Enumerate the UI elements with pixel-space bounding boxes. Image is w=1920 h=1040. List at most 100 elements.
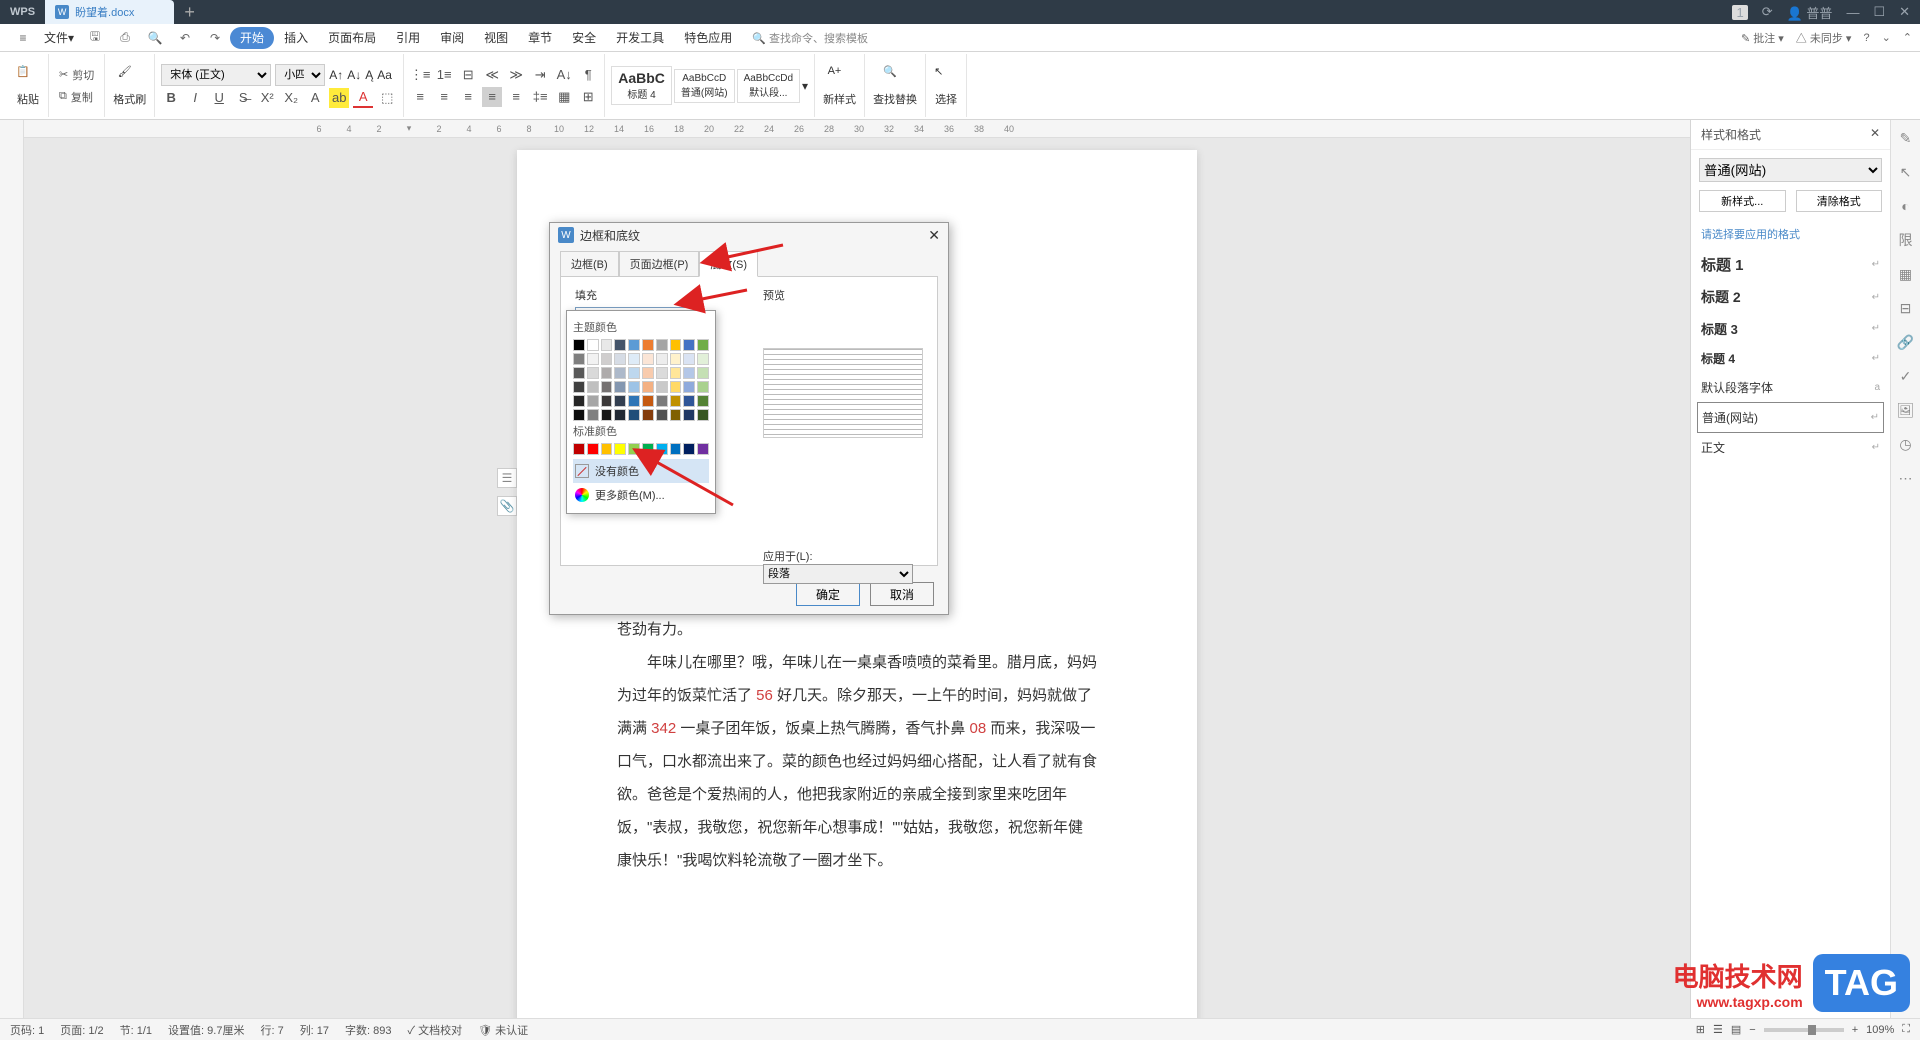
decrease-indent-icon[interactable]: ≪ (482, 65, 502, 85)
color-swatch[interactable] (628, 339, 640, 351)
italic-button[interactable]: I (185, 88, 205, 108)
tool-image-icon[interactable]: 🖼 (1896, 400, 1916, 420)
tab-reference[interactable]: 引用 (386, 24, 430, 52)
style-item-normal-web[interactable]: 普通(网站)↵ (1697, 402, 1884, 433)
find-replace-button[interactable]: 🔍 查找替换 (865, 54, 926, 117)
distribute-icon[interactable]: ≡ (506, 87, 526, 107)
color-swatch[interactable] (683, 339, 695, 351)
status-page[interactable]: 页码: 1 (10, 1022, 44, 1038)
number-list-icon[interactable]: 1≡ (434, 65, 454, 85)
settings-icon[interactable]: ⌄ (1882, 31, 1891, 44)
line-spacing-icon[interactable]: ‡≡ (530, 87, 550, 107)
multilevel-icon[interactable]: ⊟ (458, 65, 478, 85)
status-words[interactable]: 字数: 893 (345, 1022, 391, 1038)
style-item-h2[interactable]: 标题 2↵ (1691, 281, 1890, 313)
sync-icon[interactable]: ⟳ (1762, 4, 1773, 20)
char-border-button[interactable]: ⬚ (377, 88, 397, 108)
status-pages[interactable]: 页面: 1/2 (60, 1022, 103, 1038)
help-icon[interactable]: ? (1863, 32, 1869, 44)
font-color-button[interactable]: A (353, 88, 373, 108)
file-menu[interactable]: 文件 ▾ (38, 29, 80, 46)
tab-start[interactable]: 开始 (230, 27, 274, 49)
shading-icon[interactable]: ▦ (554, 87, 574, 107)
apply-to-select[interactable]: 段落 (763, 564, 913, 584)
tool-grid-icon[interactable]: ▦ (1896, 264, 1916, 284)
menu-icon[interactable]: ≡ (14, 31, 32, 45)
border-icon[interactable]: ⊞ (578, 87, 598, 107)
highlight-button[interactable]: ab (329, 88, 349, 108)
ok-button[interactable]: 确定 (796, 582, 860, 606)
color-swatch[interactable] (670, 339, 682, 351)
user-avatar[interactable]: 👤 普普 (1787, 3, 1833, 22)
decrease-font-icon[interactable]: A↓ (347, 68, 361, 82)
cancel-button[interactable]: 取消 (870, 582, 934, 606)
increase-font-icon[interactable]: A↑ (329, 68, 343, 82)
color-swatch[interactable] (601, 339, 613, 351)
sort-icon[interactable]: A↓ (554, 65, 574, 85)
preview-icon[interactable]: 🔍 (146, 31, 164, 45)
new-tab-button[interactable]: + (174, 2, 205, 23)
tool-check-icon[interactable]: ✓ (1896, 366, 1916, 386)
justify-icon[interactable]: ≡ (482, 87, 502, 107)
tool-sort-icon[interactable]: ⊟ (1896, 298, 1916, 318)
tab-review[interactable]: 审阅 (430, 24, 474, 52)
document-tab[interactable]: W 盼望着.docx (45, 0, 174, 24)
tool-style-icon[interactable]: ✎ (1896, 128, 1916, 148)
tool-clock-icon[interactable]: ◷ (1896, 434, 1916, 454)
bullet-list-icon[interactable]: ⋮≡ (410, 65, 430, 85)
subscript-button[interactable]: X₂ (281, 88, 301, 108)
close-button[interactable]: ✕ (1899, 4, 1910, 20)
tab-icon[interactable]: ⇥ (530, 65, 550, 85)
style-item-h1[interactable]: 标题 1↵ (1691, 248, 1890, 281)
tab-security[interactable]: 安全 (562, 24, 606, 52)
show-marks-icon[interactable]: ¶ (578, 65, 598, 85)
new-style-button[interactable]: A+ 新样式 (815, 54, 865, 117)
status-auth[interactable]: 🛡 未认证 (478, 1022, 528, 1038)
strike-button[interactable]: S̶ (233, 88, 253, 108)
nav-outline-icon[interactable]: ☰ (497, 468, 517, 488)
select-button[interactable]: ↖ 选择 (926, 54, 967, 117)
style-item-default[interactable]: 默认段落字体a (1691, 373, 1890, 402)
tab-insert[interactable]: 插入 (274, 24, 318, 52)
style-item-h4[interactable]: 标题 4↵ (1691, 344, 1890, 373)
superscript-button[interactable]: X² (257, 88, 277, 108)
cut-button[interactable]: ✂ 剪切 (55, 65, 98, 85)
style-item-body[interactable]: 正文↵ (1691, 433, 1890, 462)
max-button[interactable]: ☐ (1873, 4, 1885, 20)
zoom-slider[interactable] (1764, 1028, 1844, 1032)
view-mode-icon[interactable]: ▤ (1731, 1023, 1741, 1036)
tool-select-icon[interactable]: ↖ (1896, 162, 1916, 182)
zoom-value[interactable]: 109% (1866, 1024, 1894, 1036)
align-center-icon[interactable]: ≡ (434, 87, 454, 107)
style-expand-icon[interactable]: ▾ (802, 79, 808, 93)
notif-badge[interactable]: 1 (1732, 5, 1747, 20)
color-swatch[interactable] (697, 339, 709, 351)
tool-shape-icon[interactable]: ◐ (1896, 196, 1916, 216)
sync-status[interactable]: △ 未同步 ▾ (1796, 30, 1852, 46)
increase-indent-icon[interactable]: ≫ (506, 65, 526, 85)
align-left-icon[interactable]: ≡ (410, 87, 430, 107)
tool-more-icon[interactable]: ⋯ (1896, 468, 1916, 488)
tab-view[interactable]: 视图 (474, 24, 518, 52)
redo-icon[interactable]: ↷ (206, 31, 224, 45)
font-size-select[interactable]: 小四 (275, 64, 325, 86)
collapse-icon[interactable]: ⌃ (1903, 31, 1912, 44)
status-spell[interactable]: ✓ 文档校对 (408, 1022, 463, 1038)
fullscreen-icon[interactable]: ⛶ (1902, 1023, 1910, 1036)
underline-button[interactable]: U (209, 88, 229, 108)
color-swatch[interactable] (642, 339, 654, 351)
tab-devtool[interactable]: 开发工具 (606, 24, 674, 52)
current-style-select[interactable]: 普通(网站) (1699, 158, 1882, 182)
view-mode-icon[interactable]: ⊞ (1696, 1023, 1705, 1036)
panel-close-icon[interactable]: ✕ (1870, 126, 1880, 143)
paste-button[interactable]: 📋 粘贴 (8, 54, 49, 117)
copy-button[interactable]: ⧉ 复制 (55, 87, 98, 107)
clear-format-button[interactable]: 清除格式 (1796, 190, 1883, 212)
style-default[interactable]: AaBbCcDd默认段... (737, 69, 800, 103)
color-swatch[interactable] (656, 339, 668, 351)
style-item-h3[interactable]: 标题 3↵ (1691, 313, 1890, 344)
color-swatch[interactable] (573, 339, 585, 351)
tool-link-icon[interactable]: 🔗 (1896, 332, 1916, 352)
dialog-tab-border[interactable]: 边框(B) (560, 251, 619, 277)
tab-special[interactable]: 特色应用 (674, 24, 742, 52)
